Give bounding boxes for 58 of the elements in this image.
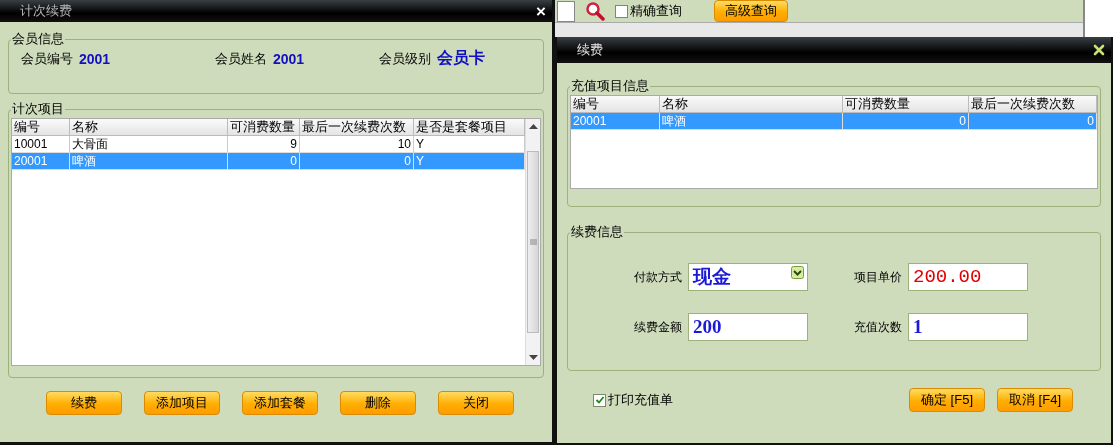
checkbox[interactable]: [615, 4, 628, 18]
scrollbar[interactable]: [525, 119, 540, 365]
table-cell: 0: [228, 153, 300, 170]
advanced-search-button[interactable]: 高级查询: [714, 0, 788, 23]
column-header[interactable]: 最后一次续费次数: [969, 96, 1097, 112]
window-title: 续费: [577, 41, 603, 59]
field-label: 项目单价: [853, 268, 902, 286]
input-field[interactable]: 200.00: [908, 263, 1028, 291]
field-label: 会员级别: [379, 49, 431, 68]
table-cell: 0: [843, 113, 969, 130]
column-header[interactable]: 可消费数量: [228, 119, 300, 135]
column-header[interactable]: 编号: [571, 96, 660, 112]
field-label: 充值次数: [853, 318, 902, 336]
column-header[interactable]: 名称: [660, 96, 843, 112]
dialog-button[interactable]: 确定 [F5]: [909, 388, 985, 412]
table-cell: 啤酒: [70, 153, 228, 170]
window-title: 计次续费: [20, 2, 72, 20]
table-cell: 0: [300, 153, 414, 170]
field-label: 会员姓名: [215, 49, 267, 68]
checkbox[interactable]: [593, 393, 606, 407]
field-value: 2001: [273, 50, 305, 67]
scroll-down-arrow-icon[interactable]: [528, 355, 538, 361]
input-field[interactable]: 200: [688, 313, 808, 341]
close-button[interactable]: ×: [536, 2, 546, 20]
dialog-button[interactable]: 取消 [F4]: [997, 388, 1073, 412]
scroll-up-arrow-icon[interactable]: [528, 123, 538, 129]
action-button[interactable]: 删除: [340, 391, 416, 415]
table-cell: 20001: [571, 113, 660, 130]
payment-dropdown[interactable]: 现金: [688, 263, 808, 291]
column-header[interactable]: 名称: [70, 119, 228, 135]
input-field[interactable]: 1: [908, 313, 1028, 341]
field-value: 会员卡: [437, 48, 485, 68]
table-cell: 20001: [12, 153, 70, 170]
column-header[interactable]: 最后一次续费次数: [300, 119, 414, 135]
action-button[interactable]: 关闭: [438, 391, 514, 415]
field-label: 付款方式: [633, 268, 682, 286]
table-cell: 0: [969, 113, 1097, 130]
column-header[interactable]: 编号: [12, 119, 70, 135]
action-button[interactable]: 添加项目: [144, 391, 220, 415]
field-label: 续费金额: [633, 318, 682, 336]
panel-title: 续费信息: [570, 223, 624, 241]
field-label: 会员编号: [21, 49, 73, 68]
action-button[interactable]: 续费: [46, 391, 122, 415]
field-value: 2001: [79, 50, 111, 67]
search-icon[interactable]: [585, 1, 605, 22]
checkbox-label: 精确查询: [630, 2, 682, 21]
column-header[interactable]: 可消费数量: [843, 96, 969, 112]
scrollbar-thumb[interactable]: [527, 151, 539, 333]
panel-title: 充值项目信息: [570, 77, 650, 95]
close-icon[interactable]: [1093, 44, 1105, 56]
panel-title: 会员信息: [11, 30, 65, 48]
checkbox-label: 打印充值单: [608, 391, 673, 409]
table-cell: 啤酒: [660, 113, 843, 130]
search-field[interactable]: [557, 0, 575, 22]
panel-title: 计次项目: [11, 100, 65, 118]
action-button[interactable]: 添加套餐: [242, 391, 318, 415]
table-cell: Y: [414, 153, 525, 170]
grip-icon: [529, 239, 537, 245]
